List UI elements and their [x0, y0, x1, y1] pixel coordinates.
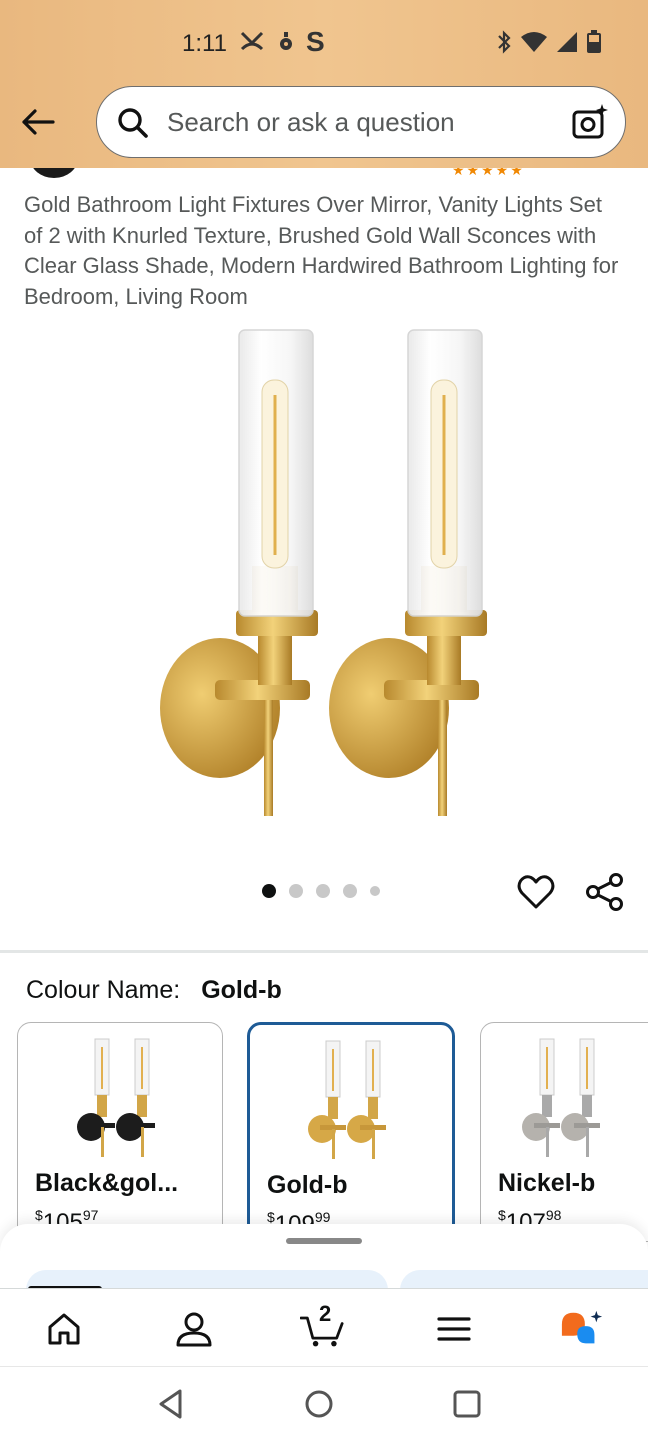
section-divider — [0, 950, 648, 953]
share-button[interactable] — [584, 872, 626, 912]
menu-icon — [437, 1317, 471, 1341]
share-icon — [586, 873, 623, 911]
search-icon — [118, 108, 148, 138]
store-rating-row: ★★★★★ — [0, 168, 648, 178]
variant-swatch-gold[interactable]: Gold-b $10999 — [247, 1022, 455, 1242]
back-icon[interactable] — [154, 1387, 188, 1421]
battery-icon — [587, 30, 601, 53]
product-title: Gold Bathroom Light Fixtures Over Mirror… — [24, 192, 619, 309]
variant-name: Nickel-b — [498, 1169, 596, 1197]
carousel-dot[interactable] — [289, 884, 303, 898]
location-icon — [280, 32, 292, 50]
variant-name: Gold-b — [267, 1171, 348, 1199]
store-avatar[interactable] — [30, 168, 78, 178]
sconce-pair-image — [160, 329, 487, 816]
carousel-dot[interactable] — [370, 886, 380, 896]
product-image[interactable] — [0, 320, 648, 830]
status-time: 1:11 — [182, 30, 227, 57]
variant-swatch-black-gold[interactable]: Black&gol... $10597 — [17, 1022, 223, 1242]
back-button[interactable] — [18, 104, 58, 140]
search-input[interactable]: Search or ask a question — [96, 86, 626, 158]
colour-selected-value: Gold-b — [201, 976, 282, 1004]
bottom-sheet[interactable] — [0, 1224, 648, 1294]
heart-icon — [517, 875, 555, 909]
variant-thumbnail — [77, 1038, 155, 1157]
nav-cart[interactable]: 2 — [300, 1301, 344, 1351]
home-circle-icon[interactable] — [302, 1387, 336, 1421]
carousel-dot[interactable] — [343, 884, 357, 898]
variant-thumbnail — [522, 1038, 600, 1157]
carousel-dot[interactable] — [262, 884, 276, 898]
variant-swatch-nickel[interactable]: Nickel-b $10798 — [480, 1022, 648, 1242]
variant-name: Black&gol... — [35, 1169, 179, 1197]
recents-icon[interactable] — [450, 1387, 484, 1421]
status-bar: 1:11 S — [0, 0, 648, 86]
nav-menu[interactable] — [432, 1307, 476, 1351]
colour-row: Colour Name: Gold-b — [26, 976, 282, 1005]
sheet-drag-handle[interactable] — [286, 1238, 362, 1244]
image-carousel-dots — [262, 884, 380, 898]
signal-icon — [557, 32, 577, 52]
system-nav-bar — [0, 1366, 648, 1440]
account-icon — [176, 1312, 212, 1347]
nav-rufus[interactable] — [560, 1307, 604, 1351]
carousel-dot[interactable] — [316, 884, 330, 898]
camera-search-icon[interactable] — [571, 103, 609, 141]
home-icon — [48, 1313, 80, 1345]
wishlist-button[interactable] — [516, 872, 556, 912]
nav-home[interactable] — [42, 1307, 86, 1351]
search-placeholder: Search or ask a question — [167, 107, 455, 137]
rufus-assistant-icon — [561, 1310, 603, 1344]
back-arrow-icon — [22, 109, 55, 135]
call-forward-icon — [240, 31, 264, 51]
nav-account[interactable] — [172, 1307, 216, 1351]
variant-thumbnail — [308, 1040, 386, 1159]
wifi-icon — [521, 32, 547, 52]
star-rating-icon[interactable]: ★★★★★ — [452, 168, 525, 178]
top-bar: Search or ask a question — [0, 86, 648, 168]
bottom-nav: 2 — [0, 1288, 648, 1366]
colour-label: Colour Name: — [26, 976, 181, 1004]
app-s-icon: S — [306, 26, 325, 57]
cart-count-badge: 2 — [319, 1301, 332, 1326]
bluetooth-icon — [498, 30, 511, 54]
